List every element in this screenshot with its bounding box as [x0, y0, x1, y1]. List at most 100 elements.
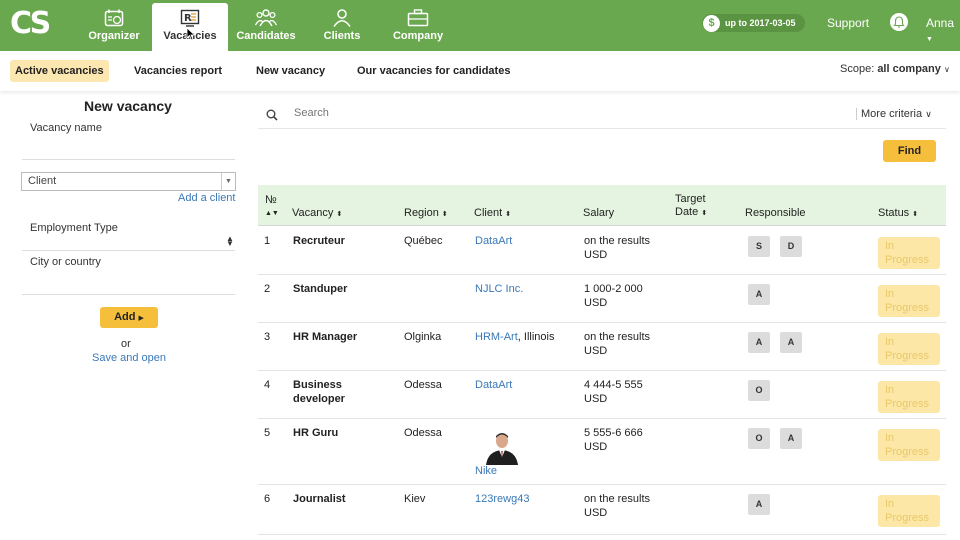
vacancy-title[interactable]: Standuper: [293, 282, 347, 296]
status-badge[interactable]: In Progress: [878, 237, 940, 269]
table-row[interactable]: 1 Recruteur Québec DataArt on the result…: [258, 227, 946, 275]
client-link[interactable]: DataArt: [475, 234, 512, 248]
region: Odessa: [404, 427, 442, 439]
status-line2: Progress: [885, 254, 930, 266]
row-number: 5: [264, 427, 271, 439]
tab-our-vacancies-for-candidates[interactable]: Our vacancies for candidates: [352, 60, 515, 82]
notifications-bell-icon[interactable]: [890, 13, 908, 31]
search-input[interactable]: [294, 107, 794, 119]
column-header-region[interactable]: Region ⬍: [404, 207, 448, 219]
vacancy-title[interactable]: Journalist: [293, 492, 346, 506]
status-line2: Progress: [885, 398, 930, 410]
responsible-badge[interactable]: O: [748, 428, 770, 449]
tab-active-vacancies[interactable]: Active vacancies: [10, 60, 109, 82]
column-header-number[interactable]: № ▲▼: [265, 194, 279, 218]
column-header-responsible: Responsible: [745, 207, 806, 219]
nav-clients[interactable]: Clients: [304, 3, 380, 51]
status-badge[interactable]: In Progress: [878, 381, 940, 413]
table-row[interactable]: 5 HR Guru Odessa Nike 5 555-6 666 USD O A…: [258, 419, 946, 485]
nav-organizer[interactable]: Organizer: [76, 3, 152, 51]
client-link[interactable]: HRM-Art: [475, 331, 518, 343]
salary: on the results USD: [584, 330, 650, 358]
employment-type-underline: [22, 250, 235, 251]
sort-icon: ⬍: [441, 211, 448, 218]
responsible-badge[interactable]: S: [748, 236, 770, 257]
status-line1: In: [885, 336, 895, 348]
status-badge[interactable]: In Progress: [878, 285, 940, 317]
salary-currency: USD: [584, 393, 608, 405]
region: Québec: [404, 235, 443, 247]
status-line1: In: [885, 384, 895, 396]
city-country-field[interactable]: City or country: [30, 256, 101, 268]
vacancy-title[interactable]: Recruteur: [293, 234, 345, 248]
status-badge[interactable]: In Progress: [878, 333, 940, 365]
client-link[interactable]: NJLC Inc.: [475, 282, 523, 296]
column-header-client[interactable]: Client ⬍: [474, 207, 511, 219]
status-line1: In: [885, 240, 895, 252]
scope-selector[interactable]: Scope: all company ∨: [840, 63, 950, 75]
table-row[interactable]: 6 Journalist Kiev 123rewg43 on the resul…: [258, 485, 946, 535]
employment-type-select[interactable]: Employment Type: [30, 222, 118, 234]
nav-candidates[interactable]: Candidates: [228, 3, 304, 51]
client-location: , Illinois: [517, 331, 555, 343]
dollar-coin-icon: $: [703, 14, 720, 32]
column-header-target-date[interactable]: Target Date ⬍: [675, 193, 707, 220]
save-and-open-link[interactable]: Save and open: [92, 352, 166, 364]
form-title: New vacancy: [84, 98, 172, 114]
responsible-badge[interactable]: A: [748, 332, 770, 353]
add-client-link[interactable]: Add a client: [178, 192, 235, 204]
vacancy-name-field[interactable]: Vacancy name: [30, 122, 102, 134]
tab-vacancies-report[interactable]: Vacancies report: [129, 60, 227, 82]
find-button[interactable]: Find: [883, 140, 936, 162]
client-select[interactable]: Client ▼: [21, 172, 236, 191]
status-badge[interactable]: In Progress: [878, 495, 940, 527]
responsible-badge[interactable]: A: [748, 494, 770, 515]
column-date-label: Date: [675, 206, 699, 218]
more-criteria-toggle[interactable]: More criteria ∨: [856, 108, 932, 120]
column-header-vacancy[interactable]: Vacancy ⬍: [292, 207, 342, 219]
search-icon[interactable]: [266, 109, 278, 121]
vacancy-title[interactable]: Business developer: [293, 378, 345, 406]
search-bar: More criteria ∨: [258, 102, 946, 129]
table-row[interactable]: 2 Standuper NJLC Inc. 1 000-2 000 USD A I…: [258, 275, 946, 323]
vacancy-title[interactable]: HR Manager: [293, 330, 357, 344]
table-row[interactable]: 3 HR Manager Olginka HRM-Art, Illinois o…: [258, 323, 946, 371]
responsible-badge[interactable]: A: [780, 332, 802, 353]
top-bar: CS Organizer R Vacancies Candidates Clie…: [0, 0, 960, 51]
nav-company[interactable]: Company: [380, 3, 456, 51]
client-link[interactable]: Nike: [475, 464, 497, 478]
column-target-label: Target: [675, 193, 706, 205]
status-line1: In: [885, 432, 895, 444]
caret-right-icon: ▶: [138, 315, 144, 322]
status-badge[interactable]: In Progress: [878, 429, 940, 461]
add-button[interactable]: Add ▶: [100, 307, 158, 328]
status-line2: Progress: [885, 302, 930, 314]
organizer-icon: [104, 9, 124, 27]
vacancy-title[interactable]: HR Guru: [293, 426, 338, 440]
responsible-badge[interactable]: A: [780, 428, 802, 449]
nav-company-label: Company: [392, 30, 444, 42]
responsible-badge[interactable]: A: [748, 284, 770, 305]
row-number: 4: [264, 379, 271, 391]
salary: on the results USD: [584, 492, 650, 520]
responsible-badge[interactable]: D: [780, 236, 802, 257]
client-link[interactable]: 123rewg43: [475, 492, 529, 506]
responsible-badge[interactable]: O: [748, 380, 770, 401]
salary-amount: 5 555-6 666: [584, 427, 643, 439]
status-line2: Progress: [885, 350, 930, 362]
user-menu[interactable]: Anna ▼: [926, 16, 960, 44]
app-logo[interactable]: CS: [10, 6, 51, 46]
table-row[interactable]: 4 Business developer Odessa DataArt 4 444…: [258, 371, 946, 419]
client-logo-photo[interactable]: [482, 429, 522, 465]
support-link[interactable]: Support: [827, 16, 869, 30]
sub-navigation: Active vacancies Vacancies report New va…: [0, 51, 960, 91]
salary-currency: USD: [584, 345, 608, 357]
sort-arrows-icon: ▲ ▼: [226, 234, 234, 248]
scope-value: all company: [877, 63, 941, 75]
client-select-value: Client: [28, 175, 57, 187]
clients-icon: [333, 9, 351, 27]
column-header-status[interactable]: Status ⬍: [878, 207, 918, 219]
tab-new-vacancy[interactable]: New vacancy: [251, 60, 330, 82]
client-link[interactable]: DataArt: [475, 378, 512, 392]
plan-badge[interactable]: $ up to 2017-03-05: [702, 14, 805, 32]
